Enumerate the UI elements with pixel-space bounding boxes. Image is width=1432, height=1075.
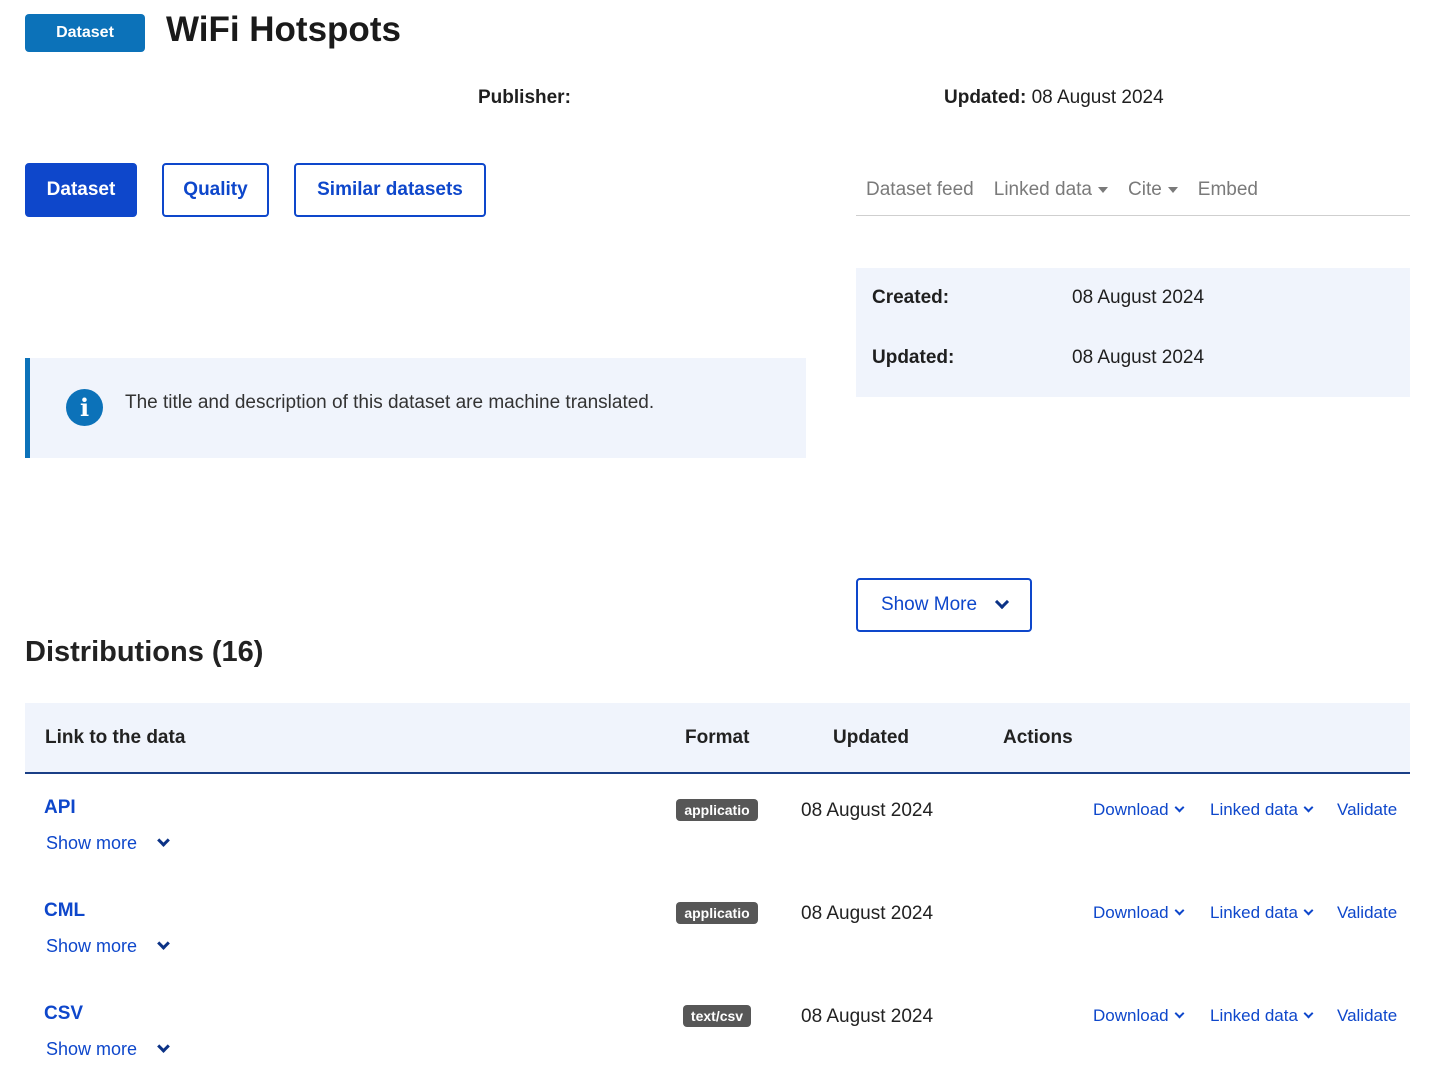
embed-label: Embed: [1197, 179, 1258, 200]
distribution-title-link[interactable]: CSV: [44, 1003, 83, 1025]
created-row: Created: 08 August 2024: [872, 287, 1204, 309]
validate-link[interactable]: Validate: [1337, 1006, 1397, 1026]
validate-label: Validate: [1337, 800, 1398, 819]
dataset-feed-label: Dataset feed: [866, 179, 974, 200]
row-show-more-toggle[interactable]: Show more: [46, 936, 170, 957]
table-row: CML Show more applicatio 08 August 2024 …: [25, 900, 1410, 1003]
caret-down-icon: [1098, 187, 1108, 193]
cite-dropdown[interactable]: Cite: [1118, 179, 1188, 201]
row-show-more-toggle[interactable]: Show more: [46, 833, 170, 854]
linked-data-row-dropdown[interactable]: Linked data: [1210, 800, 1314, 820]
tab-quality[interactable]: Quality: [162, 163, 269, 217]
column-header-link: Link to the data: [45, 727, 186, 748]
show-more-label: Show More: [880, 594, 978, 615]
validate-label: Validate: [1337, 903, 1398, 922]
distribution-title-link[interactable]: API: [44, 797, 76, 819]
chevron-down-icon: [1174, 905, 1185, 916]
distributions-table-header: Link to the data Format Updated Actions: [25, 703, 1410, 774]
updated-row: Updated: 08 August 2024: [872, 347, 1204, 369]
chevron-down-icon: [1303, 905, 1314, 916]
chevron-down-icon: [1174, 802, 1185, 813]
validate-label: Validate: [1337, 1006, 1398, 1025]
column-header-updated: Updated: [833, 727, 909, 748]
alert-text: The title and description of this datase…: [125, 392, 655, 413]
row-show-more-label: Show more: [46, 833, 138, 853]
dataset-info-card: Created: 08 August 2024 Updated: 08 August…: [856, 268, 1410, 397]
updated-value: 08 August 2024: [1072, 347, 1205, 368]
publisher-label: Publisher:: [478, 87, 571, 108]
linked-data-row-dropdown[interactable]: Linked data: [1210, 1006, 1314, 1026]
row-show-more-toggle[interactable]: Show more: [46, 1039, 170, 1060]
created-value: 08 August 2024: [1072, 287, 1205, 308]
chevron-down-icon: [1303, 1008, 1314, 1019]
linked-data-row-label: Linked data: [1210, 800, 1298, 819]
linked-data-row-label: Linked data: [1210, 1006, 1298, 1025]
download-dropdown[interactable]: Download: [1093, 1006, 1185, 1026]
row-show-more-label: Show more: [46, 936, 138, 956]
distribution-title-link[interactable]: CML: [44, 900, 85, 922]
chevron-down-icon: [157, 834, 170, 847]
chevron-down-icon: [157, 1040, 170, 1053]
chevron-down-icon: [994, 594, 1010, 610]
dataset-feed-link[interactable]: Dataset feed: [856, 179, 984, 201]
validate-link[interactable]: Validate: [1337, 903, 1397, 923]
download-label: Download: [1093, 903, 1169, 922]
format-badge: applicatio: [676, 902, 758, 924]
show-more-button[interactable]: Show More: [856, 578, 1032, 632]
chevron-down-icon: [1174, 1008, 1185, 1019]
embed-link[interactable]: Embed: [1188, 179, 1268, 201]
download-dropdown[interactable]: Download: [1093, 903, 1185, 923]
cite-label: Cite: [1128, 179, 1162, 200]
created-label: Created:: [872, 287, 950, 308]
table-row: CSV Show more text/csv 08 August 2024 Do…: [25, 1003, 1410, 1075]
column-header-actions: Actions: [1003, 727, 1073, 748]
linked-data-row-dropdown[interactable]: Linked data: [1210, 903, 1314, 923]
chevron-down-icon: [157, 937, 170, 950]
info-icon: i: [66, 389, 103, 426]
distributions-heading: Distributions (16): [25, 636, 264, 668]
format-badge: text/csv: [683, 1005, 751, 1027]
validate-link[interactable]: Validate: [1337, 800, 1397, 820]
linked-data-row-label: Linked data: [1210, 903, 1298, 922]
page-title: WiFi Hotspots: [166, 10, 401, 49]
caret-down-icon: [1167, 187, 1178, 193]
tab-dataset[interactable]: Dataset: [25, 163, 137, 217]
table-row: API Show more applicatio 08 August 2024 …: [25, 797, 1410, 900]
row-show-more-label: Show more: [46, 1039, 138, 1059]
linked-data-label: Linked data: [993, 179, 1092, 200]
updated-label: Updated:: [872, 347, 955, 368]
dataset-type-badge: Dataset: [25, 14, 145, 52]
chevron-down-icon: [1303, 802, 1314, 813]
header-updated-label: Updated:: [944, 87, 1027, 108]
download-dropdown[interactable]: Download: [1093, 800, 1185, 820]
header-updated: Updated: 08 August 2024: [944, 87, 1164, 109]
row-updated-date: 08 August 2024: [801, 903, 934, 924]
dataset-links-nav: Dataset feed Linked data Cite Embed: [856, 165, 1410, 216]
column-header-format: Format: [685, 727, 750, 748]
header-updated-value: 08 August 2024: [1031, 87, 1164, 108]
download-label: Download: [1093, 800, 1169, 819]
download-label: Download: [1093, 1006, 1169, 1025]
row-updated-date: 08 August 2024: [801, 800, 934, 821]
row-updated-date: 08 August 2024: [801, 1006, 934, 1027]
linked-data-dropdown[interactable]: Linked data: [984, 179, 1118, 201]
machine-translation-alert: i The title and description of this data…: [25, 358, 806, 458]
format-badge: applicatio: [676, 799, 758, 821]
tab-similar-datasets[interactable]: Similar datasets: [294, 163, 486, 217]
